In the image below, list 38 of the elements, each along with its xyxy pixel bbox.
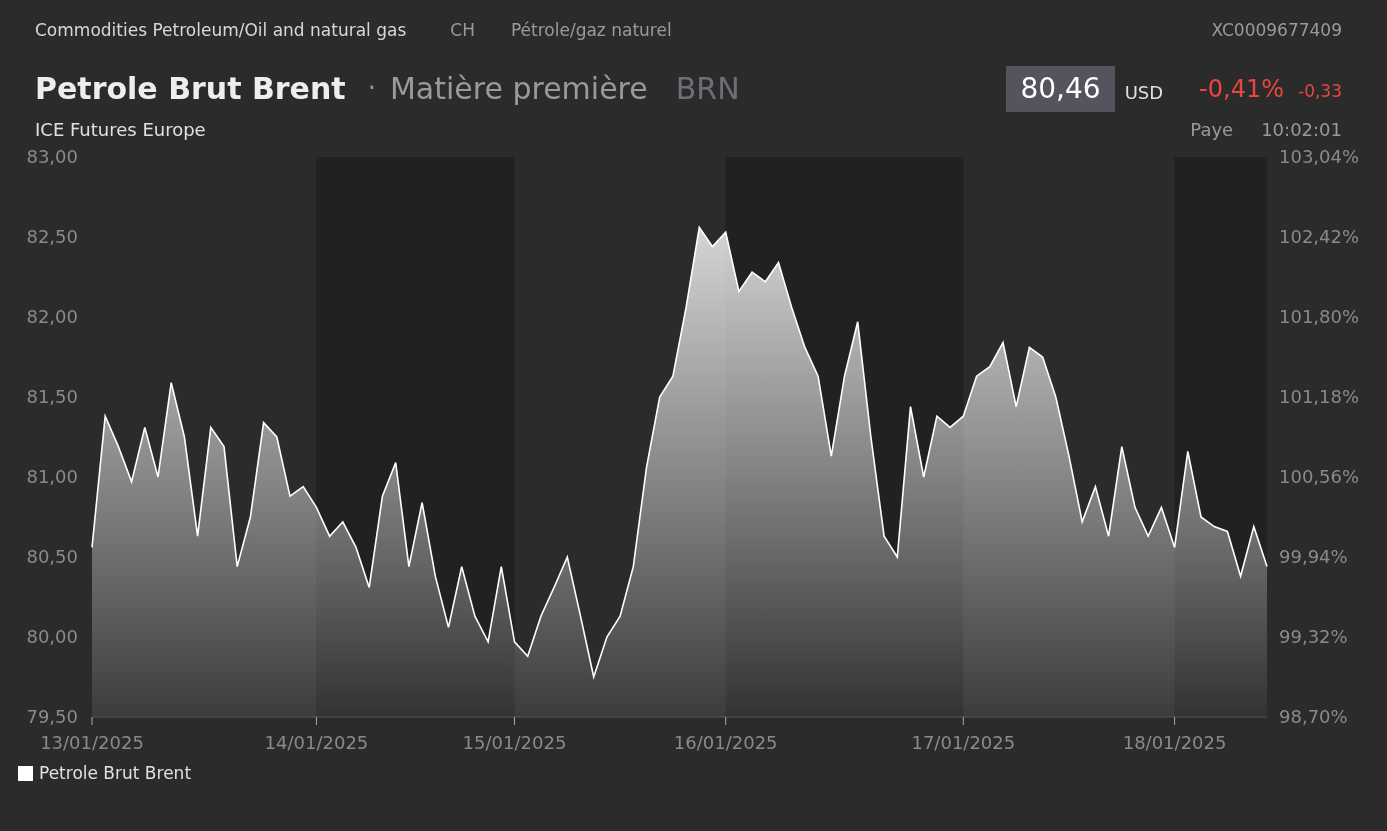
symbol-label: BRN [675, 70, 740, 108]
change-percent: -0,41% [1199, 73, 1284, 105]
currency-label: USD [1124, 81, 1164, 105]
y-axis-label: 82,50 [26, 225, 78, 247]
y-axis-label: 79,50 [26, 705, 78, 727]
y-axis-label: 81,50 [26, 385, 78, 407]
instrument-title: Petrole Brut Brent [35, 70, 346, 108]
y-axis-label: 101,18% [1279, 385, 1360, 407]
y-axis-label: 83,00 [26, 146, 78, 167]
x-axis-label: 14/01/2025 [264, 731, 369, 753]
country-label: CH [450, 19, 475, 42]
instrument-type: Matière première [389, 70, 648, 108]
y-axis-label: 99,94% [1279, 545, 1348, 567]
y-axis-label: 102,42% [1279, 225, 1360, 247]
y-axis-label: 80,00 [26, 625, 78, 647]
sector-label: Pétrole/gaz naturel [510, 19, 672, 42]
x-axis-label: 15/01/2025 [462, 731, 567, 753]
x-axis-label: 16/01/2025 [673, 731, 778, 753]
change-value: -0,33 [1298, 79, 1342, 103]
y-axis-label: 101,80% [1279, 305, 1360, 327]
status-label: Paye [1190, 117, 1234, 142]
y-axis-label: 80,50 [26, 545, 78, 567]
y-axis-label: 103,04% [1279, 146, 1360, 167]
legend-label: Petrole Brut Brent [39, 761, 192, 785]
x-axis-label: 13/01/2025 [40, 731, 144, 753]
y-axis-label: 81,00 [26, 465, 78, 487]
isin-label: XC0009677409 [1211, 19, 1342, 42]
category-label: Commodities Petroleum/Oil and natural gas [35, 19, 407, 42]
y-axis-label: 99,32% [1279, 625, 1348, 647]
y-axis-label: 82,00 [26, 305, 78, 327]
price-value: 80,46 [1006, 65, 1115, 112]
x-axis-label: 17/01/2025 [911, 731, 1016, 753]
exchange-label: ICE Futures Europe [35, 117, 206, 142]
separator-dot: · [367, 72, 376, 105]
time-label: 10:02:01 [1261, 117, 1342, 142]
y-axis-label: 100,56% [1279, 465, 1360, 487]
x-axis-label: 18/01/2025 [1122, 731, 1227, 753]
y-axis-label: 98,70% [1279, 705, 1348, 727]
